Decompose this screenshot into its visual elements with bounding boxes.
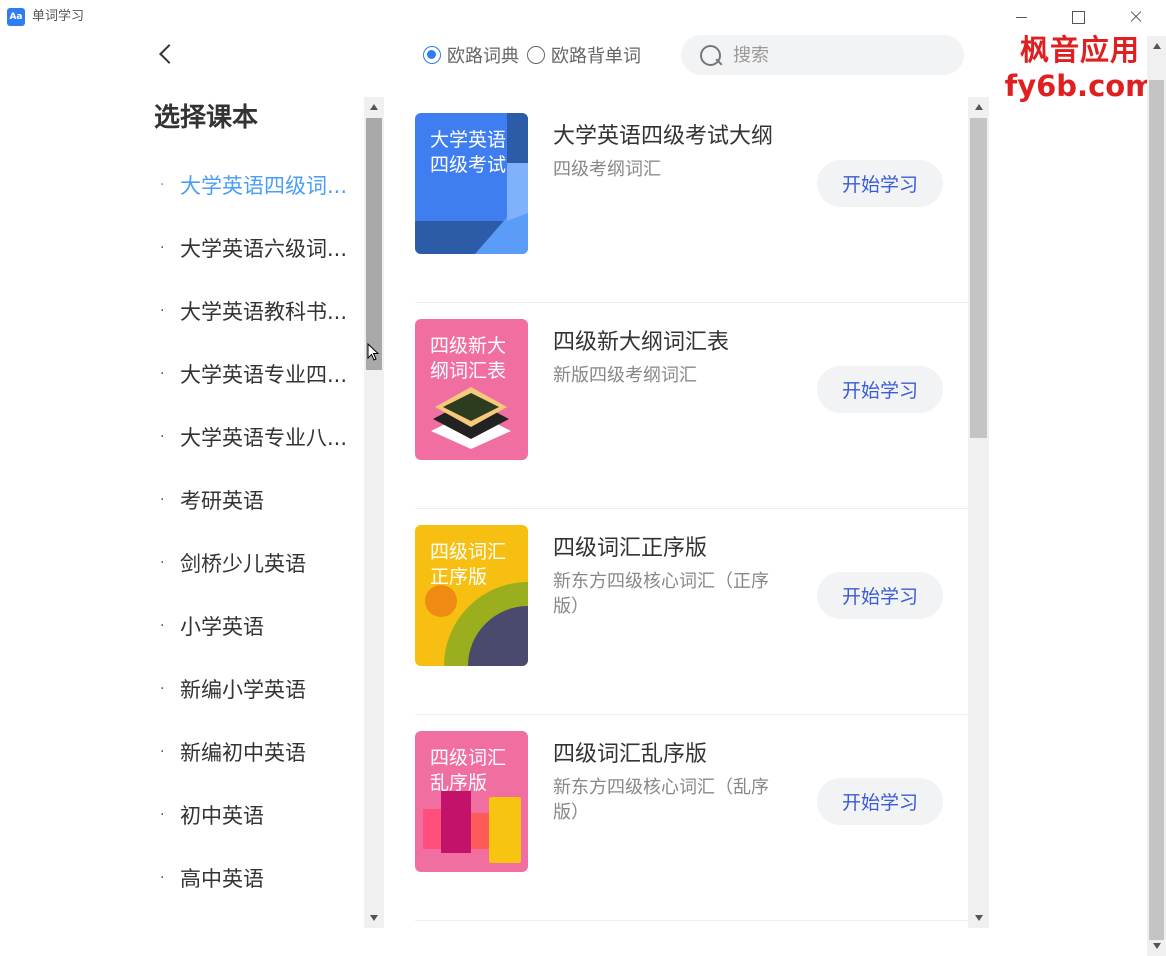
start-learning-button[interactable]: 开始学习 bbox=[817, 572, 943, 619]
bullet-icon: · bbox=[160, 806, 165, 823]
scrollbar-thumb[interactable] bbox=[366, 118, 382, 370]
search-icon bbox=[699, 44, 723, 68]
book-description: 新东方四级核心词汇（正序版） bbox=[553, 571, 769, 617]
section-title: 选择课本 bbox=[154, 103, 259, 133]
sidebar-item-label: 初中英语 bbox=[180, 803, 264, 828]
book-title: 四级新大纲词汇表 bbox=[553, 330, 730, 355]
sidebar-item-label: 大学英语六级词... bbox=[180, 236, 348, 261]
scroll-up-icon[interactable] bbox=[968, 97, 989, 117]
book-cover-title: 大学英语四级考试 bbox=[430, 129, 507, 176]
sidebar-item[interactable]: · 小学英语 bbox=[150, 594, 362, 657]
bullet-icon: · bbox=[160, 365, 165, 382]
close-icon[interactable] bbox=[1125, 6, 1147, 28]
scrollbar-thumb[interactable] bbox=[970, 118, 987, 438]
book-description: 四级考纲词汇 bbox=[553, 159, 661, 180]
bullet-icon: · bbox=[160, 617, 165, 634]
title-bar: Aa 单词学习 bbox=[0, 0, 1166, 34]
bullet-icon: · bbox=[160, 680, 165, 697]
sidebar-item-label: 新编高中英语 bbox=[180, 926, 356, 929]
search-input[interactable] bbox=[733, 39, 953, 71]
mouse-cursor-icon bbox=[367, 343, 379, 361]
bullet-icon: · bbox=[160, 302, 165, 319]
source-radio-1[interactable]: 欧路背单词 bbox=[527, 42, 641, 68]
sidebar-item[interactable]: · 高中英语 bbox=[150, 846, 362, 909]
book-cover[interactable]: 四级新大纲词汇表 bbox=[415, 319, 528, 460]
scroll-down-icon[interactable] bbox=[1147, 936, 1166, 956]
radio-label: 欧路词典 bbox=[447, 46, 519, 67]
source-radio-0[interactable]: 欧路词典 bbox=[423, 42, 519, 68]
bullet-icon: · bbox=[160, 554, 165, 571]
sidebar-item[interactable]: · 大学英语六级词... bbox=[150, 216, 362, 279]
source-radio-group: 欧路词典 欧路背单词 bbox=[423, 43, 649, 67]
page-scrollbar[interactable] bbox=[1147, 36, 1166, 956]
sidebar-item[interactable]: ·新编高中英语 bbox=[150, 909, 362, 928]
scroll-up-icon[interactable] bbox=[364, 97, 384, 117]
bullet-icon: · bbox=[160, 239, 165, 256]
sidebar-item[interactable]: · 新编初中英语 bbox=[150, 720, 362, 783]
maximize-icon[interactable] bbox=[1067, 6, 1089, 28]
search-box[interactable] bbox=[681, 35, 964, 75]
scroll-down-icon[interactable] bbox=[968, 908, 989, 928]
book-list: 大学英语四级考试 大学英语四级考试大纲 四级考纲词汇 开始学习 四级新大纲词汇表 四级新大… bbox=[415, 97, 968, 928]
book-cover[interactable]: 四级词汇乱序版 bbox=[415, 731, 528, 872]
bullet-icon: · bbox=[160, 869, 165, 886]
radio-checked-icon[interactable] bbox=[423, 46, 441, 64]
radio-label: 欧路背单词 bbox=[551, 46, 641, 67]
book-list-scrollbar[interactable] bbox=[968, 97, 989, 928]
sidebar-item-label: 大学英语专业四... bbox=[180, 362, 348, 387]
sidebar-item[interactable]: · 大学英语四级词... bbox=[150, 153, 362, 216]
book-title: 四级词汇乱序版 bbox=[553, 742, 708, 767]
sidebar-item[interactable]: · 大学英语教科书... bbox=[150, 279, 362, 342]
sidebar-item[interactable]: · 初中英语 bbox=[150, 783, 362, 846]
bullet-icon: · bbox=[160, 491, 165, 508]
sidebar-scrollbar[interactable] bbox=[364, 97, 384, 928]
sidebar-item-label: 大学英语四级词... bbox=[180, 173, 348, 198]
book-card[interactable]: 四级词汇正序版 四级词汇正序版 新东方四级核心词汇（正序版） 开始学习 bbox=[415, 509, 968, 715]
book-card[interactable]: 大学英语四级考试 大学英语四级考试大纲四级考纲词汇 开始学习 bbox=[415, 97, 968, 303]
book-title: 四级词汇正序版 bbox=[553, 536, 708, 561]
sidebar-item[interactable]: · 大学英语专业四... bbox=[150, 342, 362, 405]
sidebar-item-label: 新编初中英语 bbox=[180, 740, 306, 765]
bullet-icon: · bbox=[160, 428, 165, 445]
book-cover-title: 四级词汇乱序版 bbox=[430, 747, 507, 794]
sidebar-item-label: 新编小学英语 bbox=[180, 677, 306, 702]
bullet-icon: · bbox=[160, 743, 165, 760]
sidebar-item[interactable]: · 大学英语专业八... bbox=[150, 405, 362, 468]
start-learning-button[interactable]: 开始学习 bbox=[817, 778, 943, 825]
watermark: 枫音应用 fy6b.com bbox=[1000, 32, 1160, 104]
scrollbar-thumb[interactable] bbox=[1149, 80, 1164, 940]
book-title: 大学英语四级考试大纲 bbox=[553, 124, 774, 149]
book-cover[interactable]: 大学英语四级考试 bbox=[415, 113, 528, 254]
sidebar-item-label: 高中英语 bbox=[180, 866, 264, 891]
book-card[interactable]: 四级词汇乱序版 四级词汇乱序版 新东方四级核心词汇（乱序版） 开始学习 bbox=[415, 715, 968, 921]
scroll-up-icon[interactable] bbox=[1147, 36, 1166, 56]
sidebar-item-label: 小学英语 bbox=[180, 614, 264, 639]
start-learning-button[interactable]: 开始学习 bbox=[817, 160, 943, 207]
app-icon: Aa bbox=[7, 8, 25, 26]
book-description: 新版四级考纲词汇 bbox=[553, 365, 697, 386]
sidebar-item[interactable]: · 剑桥少儿英语 bbox=[150, 531, 362, 594]
book-cover-title: 四级词汇正序版 bbox=[430, 541, 507, 588]
bullet-icon: · bbox=[160, 176, 165, 193]
watermark-line1: 枫音应用 bbox=[1019, 33, 1140, 67]
book-cover[interactable]: 四级词汇正序版 bbox=[415, 525, 528, 666]
sidebar-item[interactable]: · 考研英语 bbox=[150, 468, 362, 531]
minimize-icon[interactable] bbox=[1011, 6, 1033, 28]
sidebar-item[interactable]: · 新编小学英语 bbox=[150, 657, 362, 720]
book-card[interactable]: 四级新大纲词汇表 四级新大纲词汇表新版四级考纲词汇 开始学习 bbox=[415, 303, 968, 509]
sidebar-item-label: 大学英语教科书... bbox=[180, 299, 348, 324]
sidebar-item-label: 大学英语专业八... bbox=[180, 425, 348, 450]
book-cover-title: 四级新大纲词汇表 bbox=[430, 335, 507, 382]
scroll-down-icon[interactable] bbox=[364, 908, 384, 928]
textbook-category-list: · 大学英语四级词... · 大学英语六级词... · 大学英语教科书... · 大学英语专业… bbox=[150, 153, 362, 928]
sidebar-item-label: 剑桥少儿英语 bbox=[180, 551, 306, 576]
sidebar-item-label: 考研英语 bbox=[180, 488, 264, 513]
start-learning-button[interactable]: 开始学习 bbox=[817, 366, 943, 413]
window-title: 单词学习 bbox=[32, 9, 85, 24]
book-description: 新东方四级核心词汇（乱序版） bbox=[553, 777, 769, 823]
back-icon[interactable] bbox=[152, 40, 180, 70]
radio-unchecked-icon[interactable] bbox=[527, 46, 545, 64]
watermark-line2: fy6b.com bbox=[1004, 69, 1156, 103]
